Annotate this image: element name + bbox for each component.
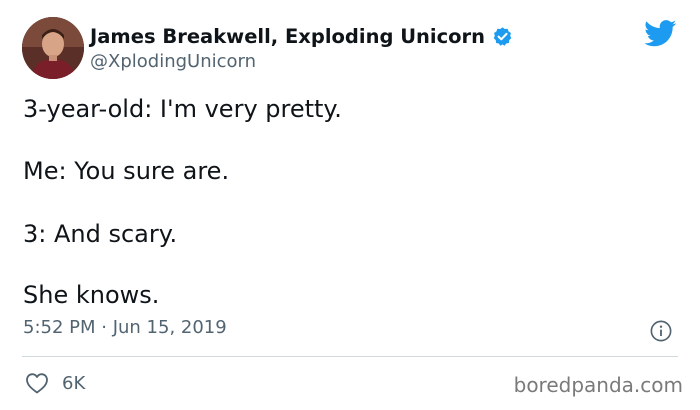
author-display-name[interactable]: James Breakwell, Exploding Unicorn [90, 25, 485, 48]
tweet-timestamp[interactable]: 5:52 PM · Jun 15, 2019 [23, 317, 227, 338]
heart-icon [26, 373, 48, 394]
avatar[interactable] [22, 17, 84, 79]
like-button[interactable]: 6K [25, 371, 85, 395]
author-handle[interactable]: @XplodingUnicorn [90, 51, 256, 72]
twitter-bird-icon[interactable] [644, 20, 677, 47]
divider [22, 356, 678, 357]
tweet-card: James Breakwell, Exploding Unicorn @Xplo… [0, 0, 700, 410]
avatar-photo [22, 17, 84, 79]
tweet-text-line: 3: And scary. [23, 220, 178, 248]
like-count: 6K [62, 372, 86, 394]
info-icon[interactable] [650, 320, 672, 342]
tweet-text-line: 3-year-old: I'm very pretty. [23, 95, 342, 123]
verified-badge-icon [493, 26, 512, 46]
tweet-text-line: Me: You sure are. [23, 157, 230, 185]
author-name-row: James Breakwell, Exploding Unicorn [90, 23, 513, 49]
watermark: boredpanda.com [513, 373, 683, 397]
tweet-text-line: She knows. [23, 281, 160, 309]
